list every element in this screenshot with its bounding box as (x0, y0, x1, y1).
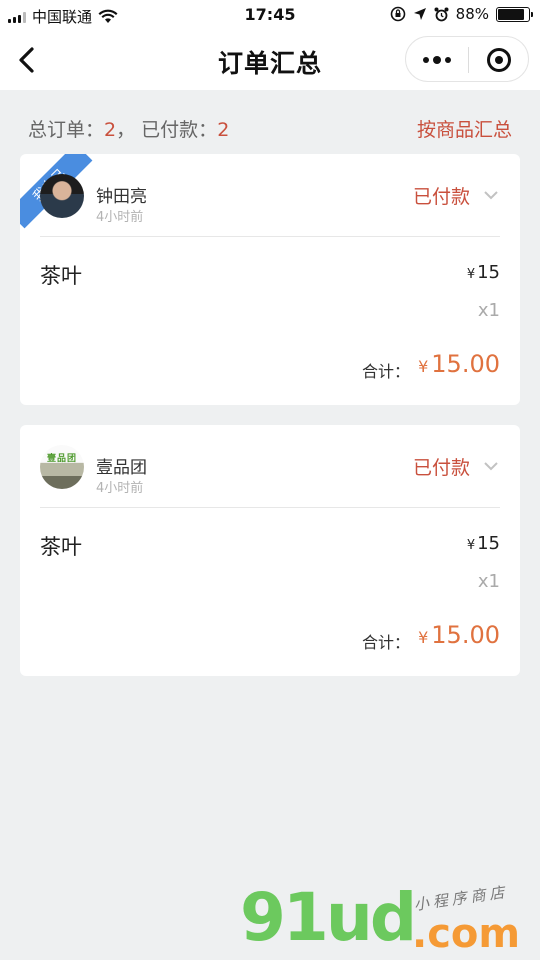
currency-symbol: ¥ (466, 267, 476, 282)
item-quantity: x1 (477, 571, 500, 592)
currency-symbol: ¥ (418, 628, 429, 647)
more-button[interactable] (406, 37, 468, 83)
order-card[interactable]: 我自己 钟田亮 4小时前 已付款 茶叶 ¥15 x1 合计： ¥15.00 (20, 154, 520, 405)
currency-symbol: ¥ (466, 538, 476, 553)
order-time: 4小时前 (96, 210, 144, 225)
total-orders-value: 2 (104, 119, 117, 141)
currency-symbol: ¥ (418, 357, 429, 376)
watermark-logo: 91ud (240, 879, 417, 956)
rotation-lock-icon (390, 6, 405, 22)
item-name: 茶叶 (40, 535, 82, 559)
avatar: 壹品团 (40, 445, 84, 489)
paid-value: 2 (217, 119, 230, 141)
order-total: ¥15.00 (418, 621, 500, 649)
item-price-value: 15 (477, 262, 500, 283)
status-bar: 中国联通 17:45 88% (0, 0, 540, 30)
close-mini-program-button[interactable] (469, 37, 529, 83)
item-price-value: 15 (477, 533, 500, 554)
card-divider (40, 507, 500, 508)
order-total-value: 15.00 (431, 350, 500, 378)
payment-status: 已付款 (412, 186, 470, 208)
total-label: 合计： (361, 362, 410, 381)
order-card[interactable]: 壹品团 壹品团 4小时前 已付款 茶叶 ¥15 x1 合计： ¥15.00 (20, 425, 520, 676)
watermark-tagline: 小程序商店 (412, 882, 510, 914)
summary-separator: ， (116, 119, 136, 141)
status-right: 88% (390, 5, 533, 23)
item-quantity: x1 (477, 300, 500, 321)
battery-percent: 88% (455, 5, 489, 23)
location-arrow-icon (413, 8, 426, 20)
avatar (40, 174, 84, 218)
nav-bar: 订单汇总 (0, 30, 540, 90)
battery-icon (496, 6, 533, 22)
buyer-name: 钟田亮 (96, 187, 147, 207)
item-price: ¥15 (467, 533, 500, 554)
item-name: 茶叶 (40, 264, 82, 288)
store-logo-text: 壹品团 (46, 454, 77, 464)
target-icon (487, 48, 511, 72)
more-dots-icon (423, 57, 429, 63)
item-price: ¥15 (467, 262, 500, 283)
card-divider (40, 236, 500, 237)
order-total-value: 15.00 (431, 621, 500, 649)
order-time: 4小时前 (96, 481, 144, 496)
mini-program-capsule (405, 36, 529, 82)
chevron-down-icon[interactable] (484, 459, 498, 473)
alarm-icon (434, 7, 449, 21)
paid-label: 已付款： (141, 119, 218, 141)
payment-status: 已付款 (412, 457, 470, 479)
buyer-name: 壹品团 (96, 458, 147, 478)
watermark-domain: .com (412, 911, 521, 957)
total-orders-label: 总订单： (28, 119, 105, 141)
chevron-down-icon[interactable] (484, 188, 498, 202)
group-by-product-button[interactable]: 按商品汇总 (417, 115, 512, 142)
order-summary: 总订单：2， 已付款：2 (28, 115, 229, 142)
order-total: ¥15.00 (418, 350, 500, 378)
total-label: 合计： (361, 633, 410, 652)
